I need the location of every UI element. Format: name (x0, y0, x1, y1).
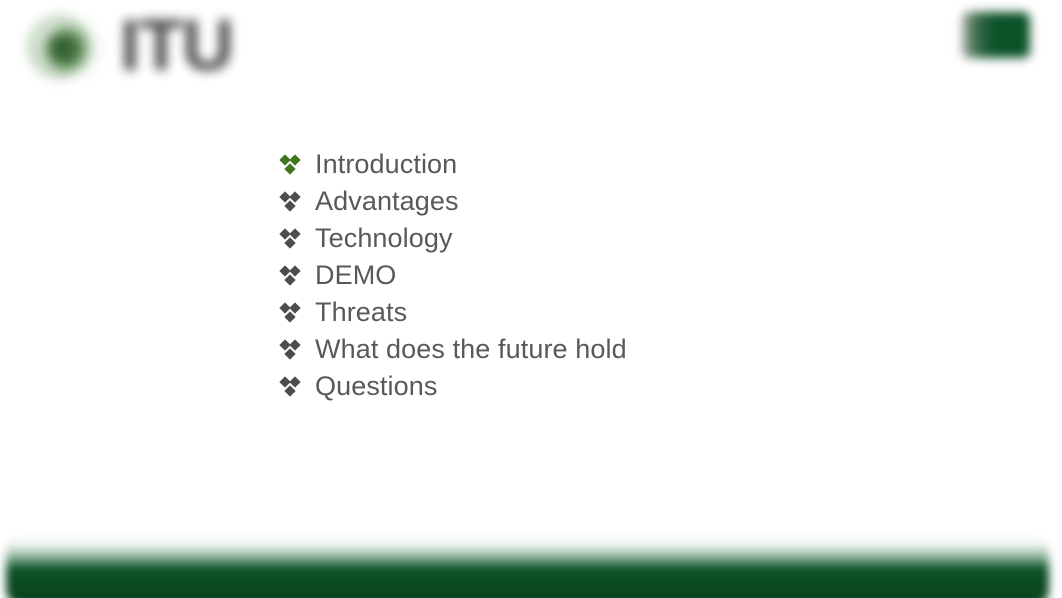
list-item[interactable]: Advantages (277, 183, 917, 220)
list-item[interactable]: Introduction (277, 146, 917, 183)
diamond-cluster-bullet-icon (277, 300, 303, 326)
diamond-cluster-bullet-icon (277, 374, 303, 400)
list-item-label: Threats (315, 297, 408, 327)
list-item-label: Questions (315, 371, 438, 401)
list-item[interactable]: Threats (277, 294, 917, 331)
diamond-cluster-bullet-icon (277, 337, 303, 363)
list-item-label: What does the future hold (315, 334, 627, 364)
list-item[interactable]: DEMO (277, 257, 917, 294)
agenda-list: Introduction Advantages Technology DEMO … (277, 146, 917, 405)
emblem-dot (53, 38, 71, 58)
list-item-label: Technology (315, 223, 453, 253)
list-item-label: Advantages (315, 186, 459, 216)
diamond-cluster-bullet-icon (277, 263, 303, 289)
diamond-cluster-bullet-icon (277, 152, 303, 178)
corner-green-tab (962, 12, 1030, 58)
list-item[interactable]: Questions (277, 368, 917, 405)
footer-green-band (6, 534, 1049, 598)
list-item-label: Introduction (315, 149, 458, 179)
itu-wordmark: ITU (120, 6, 234, 86)
diamond-cluster-bullet-icon (277, 189, 303, 215)
diamond-cluster-bullet-icon (277, 226, 303, 252)
itu-globe-emblem-icon (20, 8, 112, 88)
itu-logo: ITU (14, 2, 304, 98)
list-item[interactable]: Technology (277, 220, 917, 257)
list-item[interactable]: What does the future hold (277, 331, 917, 368)
list-item-label: DEMO (315, 260, 397, 290)
presentation-slide: ITU Introduction Advantages Technology D… (0, 0, 1062, 598)
